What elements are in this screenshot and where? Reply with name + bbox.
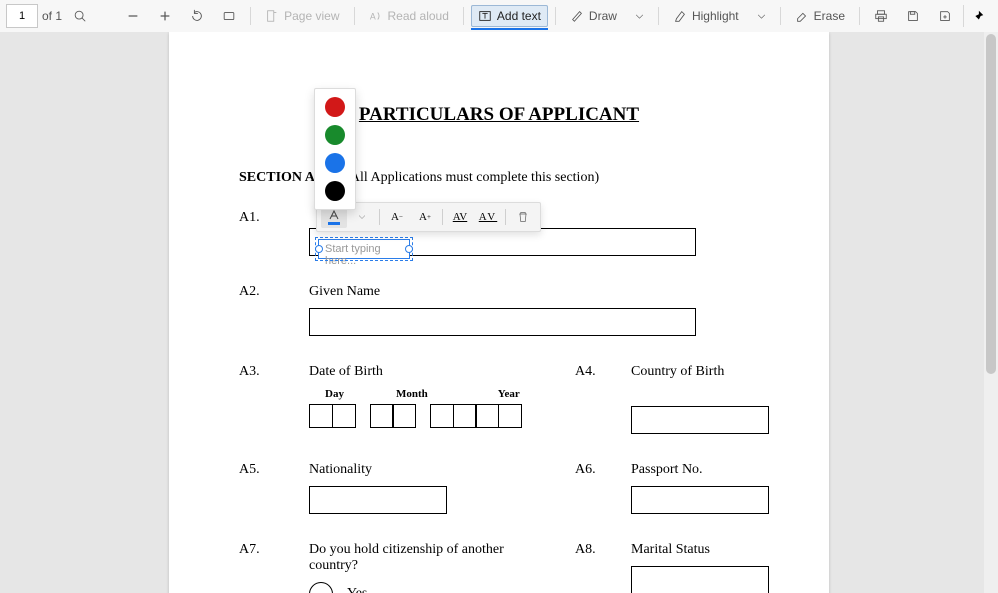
read-aloud-icon: A [369, 9, 383, 23]
save-icon [906, 9, 920, 23]
save-button[interactable] [899, 5, 927, 27]
a8-input-box [631, 566, 769, 593]
field-a2: A2. Given Name [239, 284, 759, 336]
increase-spacing-button[interactable]: AV [475, 206, 501, 228]
field-a7-a8: A7. Do you hold citizenship of another c… [239, 542, 759, 593]
chevron-down-icon [757, 12, 766, 21]
search-icon [73, 9, 87, 23]
chevron-down-icon [358, 213, 366, 221]
save-copy-icon [938, 9, 952, 23]
color-swatch-blue[interactable] [325, 153, 345, 173]
decrease-font-button[interactable]: A− [384, 206, 410, 228]
delete-textbox-button[interactable] [510, 206, 536, 228]
read-aloud-button[interactable]: ARead aloud [362, 5, 456, 27]
pin-toolbar-button[interactable] [963, 5, 992, 27]
page-view-button[interactable]: Page view [258, 5, 346, 27]
zoom-out-button[interactable] [119, 5, 147, 27]
a6-input-box [631, 486, 769, 514]
pdf-page: PARTICULARS OF APPLICANT SECTION A All A… [169, 32, 829, 593]
trash-icon [517, 211, 529, 223]
color-swatch-green[interactable] [325, 125, 345, 145]
print-icon [874, 9, 888, 23]
zoom-in-button[interactable] [151, 5, 179, 27]
rotate-button[interactable] [183, 5, 211, 27]
erase-icon [795, 9, 809, 23]
color-swatch-red[interactable] [325, 97, 345, 117]
page-number-input[interactable] [6, 4, 38, 28]
page-total-label: of 1 [42, 9, 62, 23]
a4-input-box [631, 406, 769, 434]
rotate-icon [190, 9, 204, 23]
chevron-down-icon [635, 12, 644, 21]
scrollbar-thumb[interactable] [986, 34, 996, 374]
a7-yes-radio [309, 582, 333, 593]
pin-icon [971, 9, 985, 23]
color-swatch-black[interactable] [325, 181, 345, 201]
decrease-spacing-button[interactable]: AV [447, 206, 473, 228]
search-button[interactable] [66, 5, 94, 27]
highlight-button[interactable]: Highlight [666, 5, 746, 27]
text-color-icon [328, 210, 340, 220]
plus-icon [158, 9, 172, 23]
vertical-scrollbar[interactable] [984, 32, 998, 593]
field-a3-a4: A3. Date of Birth DayMonthYear A4.Countr… [239, 364, 759, 434]
print-button[interactable] [867, 5, 895, 27]
document-canvas[interactable]: PARTICULARS OF APPLICANT SECTION A All A… [0, 32, 998, 593]
a2-input-box [309, 308, 696, 336]
add-text-button[interactable]: Add text [471, 5, 548, 27]
pdf-toolbar: of 1 Page view ARead aloud Add text Draw… [0, 0, 998, 33]
a5-input-box [309, 486, 447, 514]
page-view-icon [265, 9, 279, 23]
fit-icon [222, 9, 236, 23]
field-a5-a6: A5. Nationality A6.Passport No. [239, 462, 759, 514]
increase-font-button[interactable]: A+ [412, 206, 438, 228]
add-text-icon [478, 9, 492, 23]
svg-text:A: A [369, 12, 375, 22]
color-picker-popup [314, 88, 356, 210]
dob-boxes [309, 404, 539, 428]
add-text-editor[interactable]: Start typing here... [318, 239, 410, 259]
erase-button[interactable]: Erase [788, 5, 852, 27]
draw-button[interactable]: Draw [563, 5, 624, 27]
highlight-icon [673, 9, 687, 23]
draw-icon [570, 9, 584, 23]
fit-page-button[interactable] [215, 5, 243, 27]
draw-chevron[interactable] [628, 8, 651, 25]
minus-icon [126, 9, 140, 23]
highlight-chevron[interactable] [750, 8, 773, 25]
save-as-button[interactable] [931, 5, 959, 27]
